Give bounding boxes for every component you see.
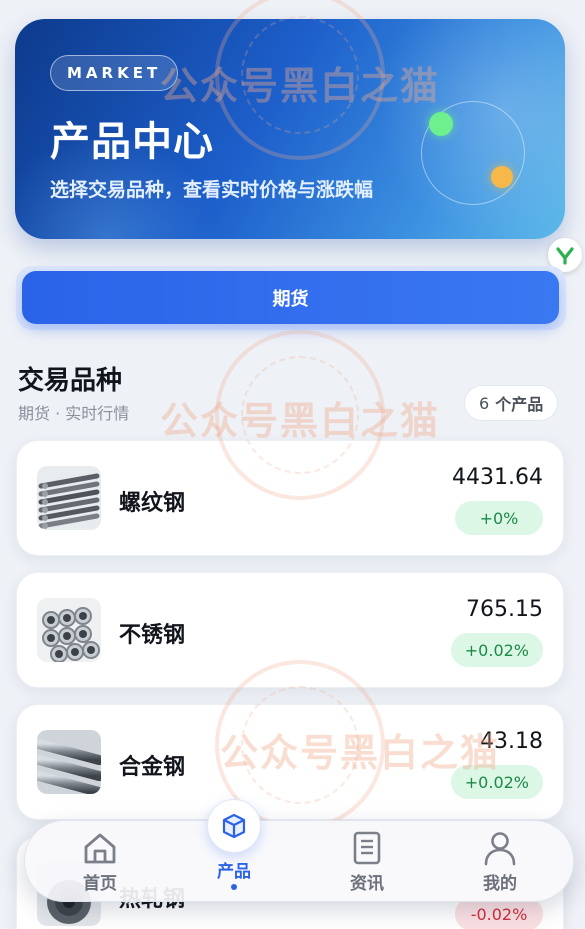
watermark-text: 公众号黑白之猫 [160,399,441,443]
nav-item-products[interactable]: 产品 [179,799,289,903]
home-icon [82,829,118,867]
product-count-unit: 个产品 [495,395,544,414]
nav-label: 我的 [483,874,517,894]
nav-label: 首页 [83,874,117,894]
product-card-rebar[interactable]: 螺纹钢 4431.64 +0% [16,440,564,556]
decorative-green-dot [429,112,453,136]
rebar-bundle-image [37,466,101,530]
market-badge: MARKET [50,55,179,91]
section-title: 交易品种 [18,366,123,396]
category-futures-button[interactable]: 期货 [22,271,559,324]
decorative-yellow-dot [491,166,513,188]
page-subtitle: 选择交易品种，查看实时价格与涨跌幅 [50,179,374,201]
nav-label: 资讯 [350,874,384,894]
product-card-alloy[interactable]: 合金钢 43.18 +0.02% [16,704,564,820]
user-icon [483,829,517,867]
product-name: 合金钢 [119,755,186,780]
active-indicator-dot [231,884,237,890]
product-name: 螺纹钢 [119,491,186,516]
hero-banner: MARKET 产品中心 选择交易品种，查看实时价格与涨跌幅 [15,19,565,239]
product-count-value: 6 [479,393,490,413]
price-change-badge: +0% [455,501,543,535]
nav-item-home[interactable]: 首页 [45,821,155,903]
product-price: 43.18 [480,729,543,754]
nav-item-profile[interactable]: 我的 [445,821,555,903]
product-price: 765.15 [466,597,543,622]
price-change-badge: +0.02% [450,633,543,667]
product-card-stainless[interactable]: 不锈钢 765.15 +0.02% [16,572,564,688]
steel-pipes-image [37,598,101,662]
product-center-page: MARKET 产品中心 选择交易品种，查看实时价格与涨跌幅 期货 交易品种 期货… [0,0,585,929]
document-icon [352,829,382,867]
nav-item-news[interactable]: 资讯 [312,821,422,903]
page-title: 产品中心 [50,119,214,165]
product-count-badge: 6 个产品 [464,385,559,421]
product-name: 不锈钢 [119,623,186,648]
section-subtitle: 期货 · 实时行情 [18,404,130,423]
bottom-navigation: 首页 产品 资讯 我的 [24,799,574,903]
steel-rods-image [37,730,101,794]
cube-icon [207,799,261,853]
product-price: 4431.64 [452,465,543,490]
price-change-badge: +0.02% [450,765,543,799]
nav-label: 产品 [217,862,251,882]
